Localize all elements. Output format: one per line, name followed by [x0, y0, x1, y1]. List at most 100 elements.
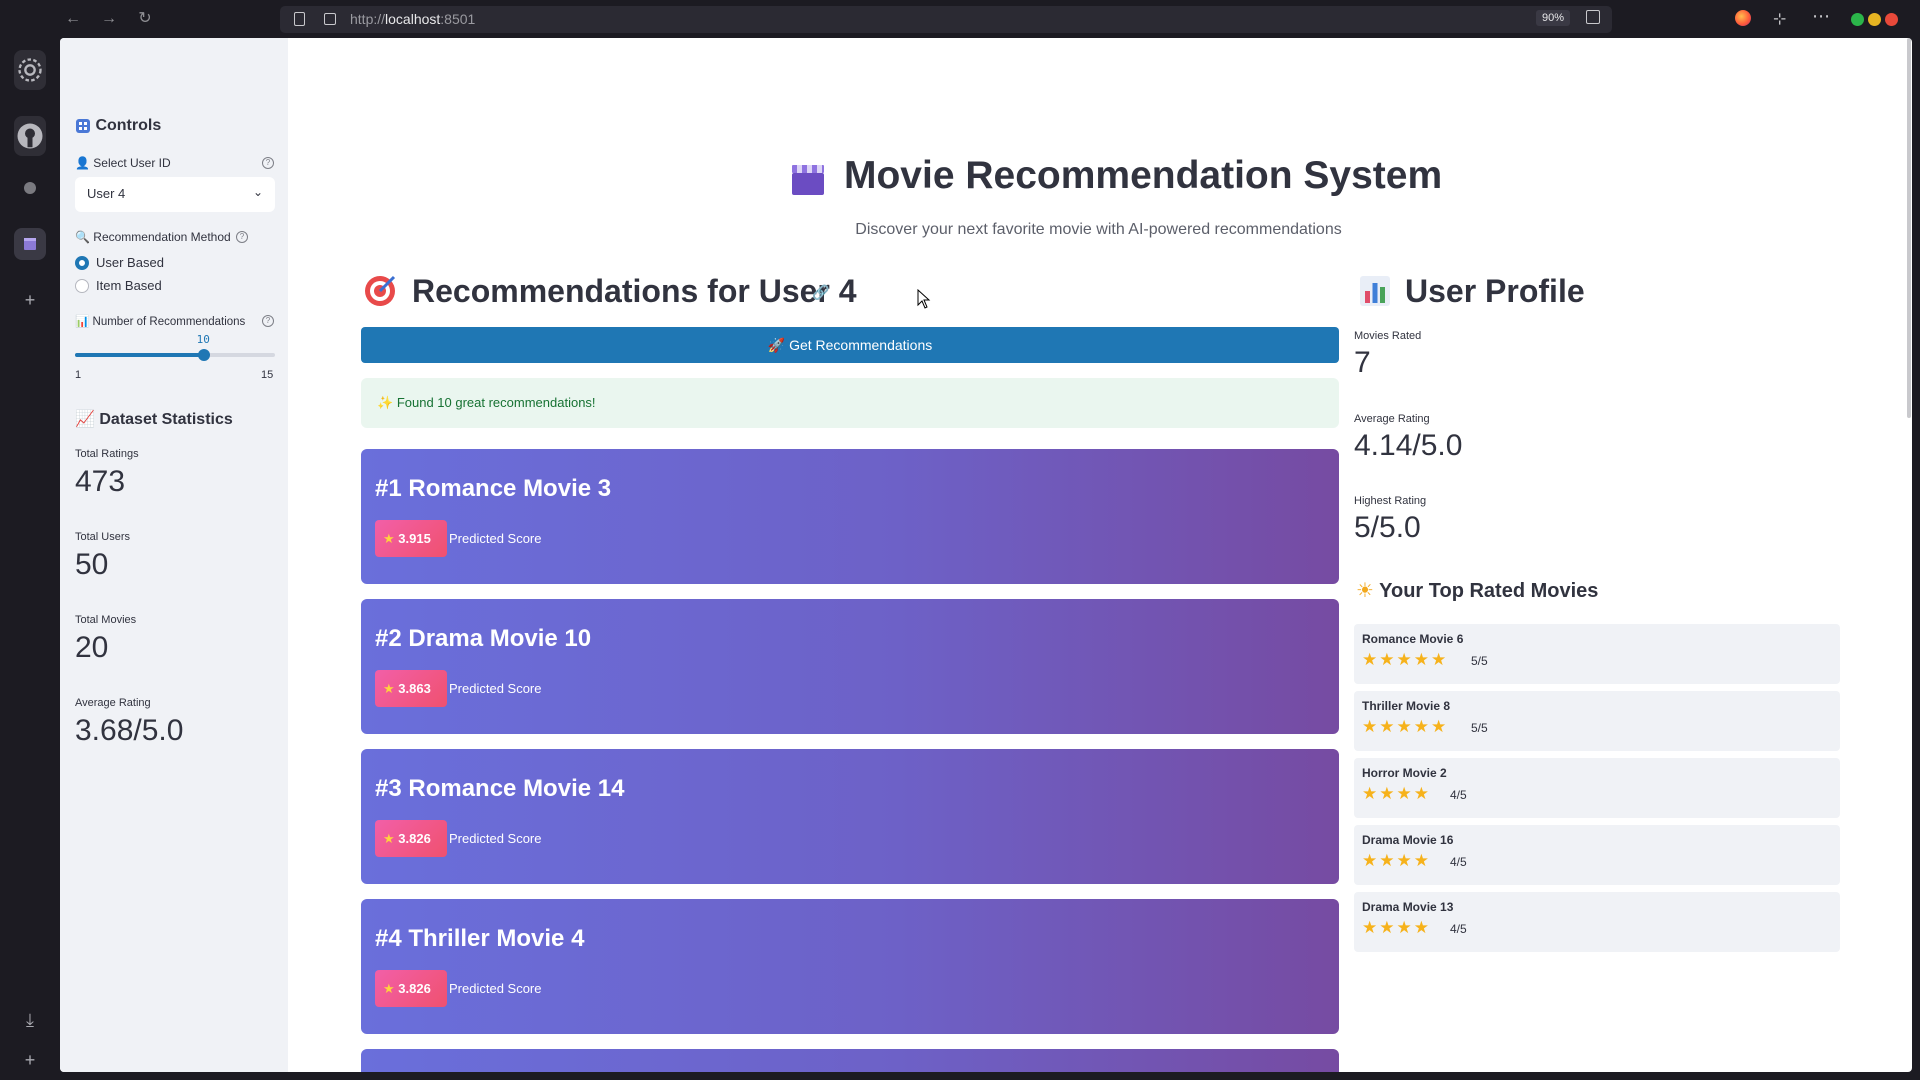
- screenshot-icon[interactable]: ⊹: [1773, 9, 1786, 29]
- metric-label: Total Users: [75, 531, 131, 543]
- page-icon: [294, 12, 305, 26]
- reader-view-icon[interactable]: [1586, 10, 1600, 24]
- select-user-label: 👤 Select User ID: [75, 156, 171, 170]
- highest-rating-label: Highest Rating: [1354, 495, 1427, 507]
- star-rating-icons: ★★★★★: [1362, 717, 1449, 736]
- top-movie-score: 4/5: [1450, 855, 1467, 869]
- movie-title: #4 Thriller Movie 4: [375, 925, 585, 952]
- predicted-score-label: Predicted Score: [449, 981, 542, 996]
- metric-label: Total Ratings: [75, 448, 139, 460]
- metric-label: Average Rating: [75, 697, 151, 709]
- zoom-level-badge[interactable]: 90%: [1536, 10, 1571, 26]
- metric-value: 3.68/5.0: [75, 714, 184, 747]
- star-icon: ★: [383, 531, 395, 546]
- top-movie-score: 5/5: [1471, 721, 1488, 735]
- slider-thumb[interactable]: [197, 349, 210, 361]
- movie-title: #2 Drama Movie 10: [375, 625, 592, 652]
- reload-icon[interactable]: ↻: [134, 8, 156, 30]
- success-message: Found 10 great recommendations!: [396, 395, 596, 410]
- controls-title: Controls: [95, 117, 162, 134]
- top-movie-name: Thriller Movie 8: [1362, 699, 1451, 713]
- dataset-title: Dataset Statistics: [99, 411, 233, 428]
- metric-value: 50: [75, 548, 109, 581]
- downloads-icon[interactable]: ⤓: [14, 1004, 46, 1036]
- window-maximize-button[interactable]: [1851, 13, 1864, 26]
- help-icon[interactable]: ?: [262, 315, 274, 327]
- radio-button[interactable]: [75, 256, 89, 270]
- bar-chart-icon: [1360, 276, 1390, 306]
- page-title: Movie Recommendation System: [844, 154, 1443, 197]
- target-icon: [365, 275, 396, 306]
- window-close-button[interactable]: [1885, 13, 1898, 26]
- top-movie-name: Drama Movie 13: [1362, 900, 1454, 914]
- more-menu-icon[interactable]: ⋯: [1812, 6, 1831, 27]
- movie-title: #3 Romance Movie 14: [375, 775, 625, 802]
- star-rating-icons: ★★★★★: [1362, 650, 1449, 669]
- highest-rating-value: 5/5.0: [1354, 511, 1421, 544]
- controls-icon: [76, 118, 90, 133]
- predicted-score-label: Predicted Score: [449, 531, 542, 546]
- user-select[interactable]: User 4 ⌄: [75, 177, 275, 212]
- top-movie-score: 4/5: [1450, 788, 1467, 802]
- movie-title: #1 Romance Movie 3: [375, 475, 612, 502]
- address-bar[interactable]: http://localhost:8501: [280, 6, 1612, 33]
- num-recs-label: 📊 Number of Recommendations: [75, 316, 246, 328]
- metric-label: Total Movies: [75, 614, 137, 626]
- score-badge: ★ 3.826: [375, 820, 447, 857]
- recommendation-card: #2 Drama Movie 10 ★ 3.863 Predicted Scor…: [361, 599, 1339, 734]
- link-icon[interactable]: 🔗: [812, 284, 829, 301]
- average-rating-value: 4.14/5.0: [1354, 429, 1463, 462]
- page-scrollbar[interactable]: [1906, 38, 1912, 1072]
- forward-icon[interactable]: →: [98, 8, 120, 30]
- star-rating-icons: ★★★★: [1362, 918, 1431, 937]
- top-rated-title: Your Top Rated Movies: [1379, 580, 1599, 602]
- recommendation-card: [361, 1049, 1339, 1072]
- app-sidebar: Controls 👤 Select User ID ? User 4 ⌄ 🔍 R…: [60, 38, 288, 1072]
- get-recommendations-button[interactable]: 🚀 Get Recommendations: [361, 327, 1339, 363]
- recommendation-card: #3 Romance Movie 14 ★ 3.826 Predicted Sc…: [361, 749, 1339, 884]
- page-subtitle: Discover your next favorite movie with A…: [855, 221, 1342, 238]
- predicted-score-label: Predicted Score: [449, 681, 542, 696]
- star-rating-icons: ★★★★: [1362, 784, 1431, 803]
- url-text[interactable]: http://localhost:8501: [350, 11, 475, 27]
- top-movie-name: Horror Movie 2: [1362, 766, 1447, 780]
- web-content: Controls 👤 Select User ID ? User 4 ⌄ 🔍 R…: [60, 38, 1912, 1072]
- average-rating-label: Average Rating: [1354, 413, 1430, 425]
- browser-sidebar: + ⤓ +: [0, 38, 60, 1080]
- chevron-down-icon: ⌄: [252, 185, 263, 199]
- rocket-icon: 🚀: [767, 337, 786, 353]
- add-panel-icon[interactable]: +: [14, 284, 46, 316]
- window-minimize-button[interactable]: [1868, 13, 1881, 26]
- browser-toolbar: ← → ↻ http://localhost:8501 90% ⊹ ⋯: [0, 0, 1920, 38]
- num-recs-slider[interactable]: [75, 349, 275, 361]
- star-rating-icons: ★★★★: [1362, 851, 1431, 870]
- top-movie-name: Drama Movie 16: [1362, 833, 1454, 847]
- github-icon[interactable]: [14, 116, 46, 156]
- radio-button[interactable]: [75, 279, 89, 293]
- extension-icon[interactable]: [14, 172, 46, 204]
- top-rated-item: Thriller Movie 8 ★★★★★ 5/5: [1354, 691, 1840, 751]
- top-movie-score: 4/5: [1450, 922, 1467, 936]
- top-rated-item: Romance Movie 6 ★★★★★ 5/5: [1354, 624, 1840, 684]
- movies-rated-value: 7: [1354, 346, 1371, 379]
- add-icon[interactable]: +: [14, 1044, 46, 1076]
- profile-title: User Profile: [1405, 273, 1585, 309]
- clapperboard-icon: [792, 165, 824, 195]
- site-info-icon[interactable]: [324, 13, 336, 25]
- help-icon[interactable]: ?: [262, 157, 274, 169]
- back-icon[interactable]: ←: [62, 8, 84, 30]
- top-rated-item: Horror Movie 2 ★★★★ 4/5: [1354, 758, 1840, 818]
- scrollbar-thumb[interactable]: [1907, 38, 1911, 418]
- recommendation-card: #1 Romance Movie 3 ★ 3.915 Predicted Sco…: [361, 449, 1339, 584]
- app-tab-icon[interactable]: [14, 228, 46, 260]
- sun-icon: ☀: [1356, 580, 1374, 602]
- sparkles-icon: ✨: [377, 395, 394, 410]
- star-icon: ★: [383, 981, 395, 996]
- metric-value: 473: [75, 465, 126, 498]
- top-rated-item: Drama Movie 13 ★★★★ 4/5: [1354, 892, 1840, 952]
- settings-gear-icon[interactable]: [14, 50, 46, 90]
- recommendations-title: Recommendations for User 4: [412, 273, 857, 309]
- predicted-score-label: Predicted Score: [449, 831, 542, 846]
- top-rated-header: ☀ Your Top Rated Movies: [1356, 578, 1598, 603]
- firefox-icon[interactable]: [1735, 10, 1751, 26]
